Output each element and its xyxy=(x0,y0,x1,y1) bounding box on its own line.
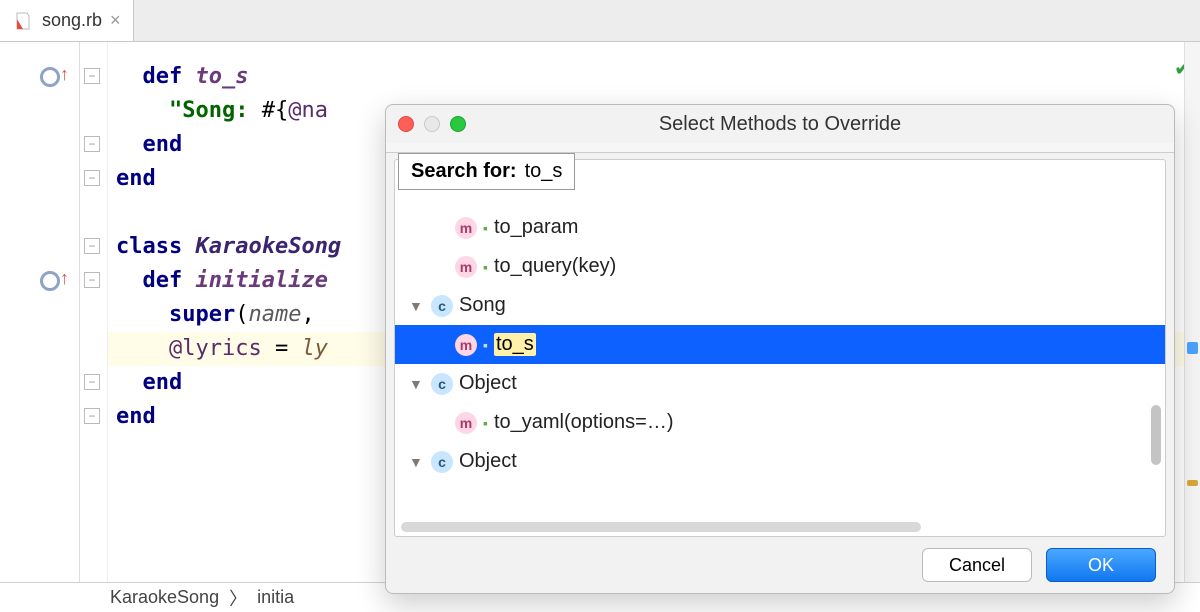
tree-item-method[interactable]: m ▪ to_param xyxy=(395,208,1165,247)
visibility-icon: ▪ xyxy=(483,220,488,236)
keyword: def xyxy=(143,268,183,293)
visibility-icon: ▪ xyxy=(483,415,488,431)
speed-search-box: Search for: to_s xyxy=(398,153,575,190)
override-methods-dialog: Select Methods to Override Search for: t… xyxy=(385,104,1175,594)
disclosure-icon[interactable]: ▼ xyxy=(409,298,425,314)
dialog-toolbar xyxy=(386,143,1174,153)
local-var: ly xyxy=(301,336,328,361)
fold-handle-icon[interactable]: − xyxy=(84,272,100,288)
search-value: to_s xyxy=(525,160,563,183)
override-gutter-icon[interactable] xyxy=(40,67,60,87)
visibility-icon: ▪ xyxy=(483,337,488,353)
class-icon: c xyxy=(431,451,453,473)
ok-button[interactable]: OK xyxy=(1046,548,1156,582)
keyword: super xyxy=(169,302,235,327)
class-label: Object xyxy=(459,450,517,473)
keyword: end xyxy=(116,404,156,429)
dialog-buttons: Cancel OK xyxy=(386,537,1174,593)
class-label: Song xyxy=(459,294,506,317)
scrollbar-thumb[interactable] xyxy=(1151,405,1161,465)
breadcrumb-separator-icon: 〉 xyxy=(229,585,247,611)
tab-bar: song.rb × xyxy=(0,0,1200,42)
methods-tree[interactable]: m ▪ to_param m ▪ to_query(key) ▼ c Song … xyxy=(394,159,1166,537)
tab-close-icon[interactable]: × xyxy=(110,10,121,31)
method-label: to_yaml(options=…) xyxy=(494,411,674,434)
tree-item-class[interactable]: ▼ c Object xyxy=(395,364,1165,403)
method-icon: m xyxy=(455,412,477,434)
tab-song-rb[interactable]: song.rb × xyxy=(0,0,134,41)
tree-item-method[interactable]: m ▪ to_query(key) xyxy=(395,247,1165,286)
keyword: class xyxy=(116,234,182,259)
ruby-file-icon xyxy=(12,10,34,32)
breadcrumb-item[interactable]: initia xyxy=(257,587,294,608)
dialog-titlebar[interactable]: Select Methods to Override xyxy=(386,105,1174,143)
method-name: initialize xyxy=(196,268,328,293)
keyword: end xyxy=(143,370,183,395)
cancel-button[interactable]: Cancel xyxy=(922,548,1032,582)
keyword: end xyxy=(143,132,183,157)
method-label: to_param xyxy=(494,216,579,239)
class-icon: c xyxy=(431,295,453,317)
method-label: to_query(key) xyxy=(494,255,616,278)
tree-item-class[interactable]: ▼ c Song xyxy=(395,286,1165,325)
method-icon: m xyxy=(455,256,477,278)
param: name xyxy=(248,302,301,327)
tree-horizontal-scrollbar[interactable] xyxy=(401,522,921,532)
tree-item-method[interactable]: m ▪ to_yaml(options=…) xyxy=(395,403,1165,442)
class-label: Object xyxy=(459,372,517,395)
search-label: Search for: xyxy=(411,160,517,183)
fold-handle-icon[interactable]: − xyxy=(84,68,100,84)
breadcrumb-item[interactable]: KaraokeSong xyxy=(110,587,219,608)
tab-filename: song.rb xyxy=(42,10,102,31)
fold-handle-icon[interactable]: − xyxy=(84,170,100,186)
visibility-icon: ▪ xyxy=(483,259,488,275)
fold-handle-icon[interactable]: − xyxy=(84,408,100,424)
tree-item-class[interactable]: ▼ c Object xyxy=(395,442,1165,481)
ivar: @lyrics xyxy=(169,336,262,361)
stripe-mark-warn[interactable] xyxy=(1187,480,1198,486)
override-up-arrow-icon: ↑ xyxy=(60,268,69,289)
method-name: to_s xyxy=(196,64,249,89)
class-name: KaraokeSong xyxy=(195,234,341,259)
method-label: to_s xyxy=(494,333,536,356)
tree-vertical-scrollbar[interactable] xyxy=(1151,160,1161,518)
fold-column: − − − − − − − xyxy=(80,42,108,582)
text: , xyxy=(301,302,328,327)
fold-handle-icon[interactable]: − xyxy=(84,136,100,152)
ivar: @na xyxy=(288,98,328,123)
op: = xyxy=(262,336,302,361)
gutter: ↑ ↑ xyxy=(0,42,80,582)
method-icon: m xyxy=(455,334,477,356)
disclosure-icon[interactable]: ▼ xyxy=(409,454,425,470)
override-up-arrow-icon: ↑ xyxy=(60,64,69,85)
method-icon: m xyxy=(455,217,477,239)
disclosure-icon[interactable]: ▼ xyxy=(409,376,425,392)
fold-handle-icon[interactable]: − xyxy=(84,374,100,390)
dialog-title: Select Methods to Override xyxy=(386,113,1174,136)
error-stripe[interactable] xyxy=(1184,42,1200,582)
fold-handle-icon[interactable]: − xyxy=(84,238,100,254)
keyword: def xyxy=(143,64,183,89)
interp: #{ xyxy=(262,98,289,123)
tree-item-method-selected[interactable]: m ▪ to_s xyxy=(395,325,1165,364)
override-gutter-icon[interactable] xyxy=(40,271,60,291)
class-icon: c xyxy=(431,373,453,395)
string: "Song: xyxy=(169,98,262,123)
stripe-mark-info[interactable] xyxy=(1187,342,1198,354)
keyword: end xyxy=(116,166,156,191)
